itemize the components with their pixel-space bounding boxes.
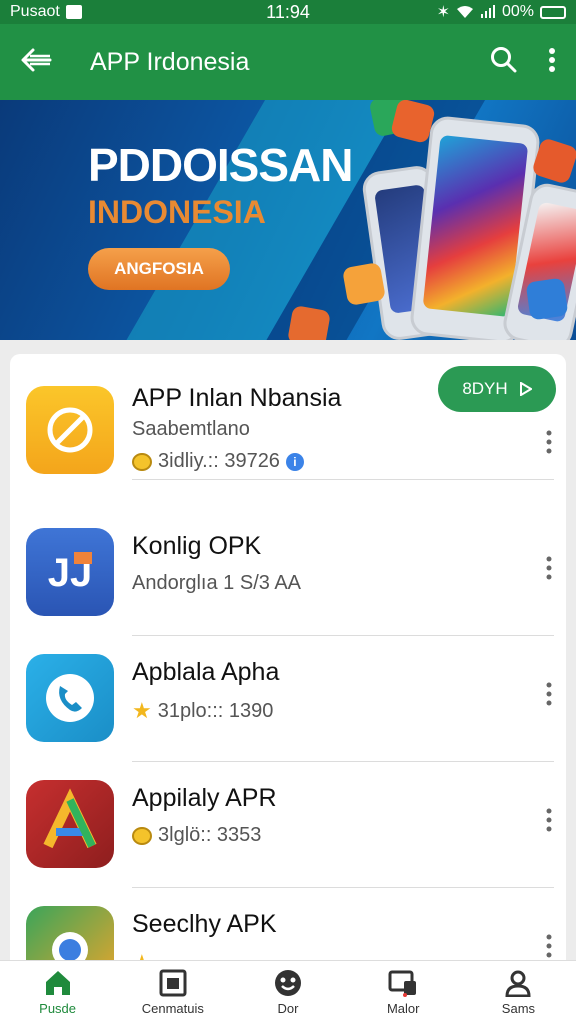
app-icon — [26, 654, 114, 742]
nav-label: Cenmatuis — [141, 1001, 204, 1016]
bluetooth-icon: ✶ — [436, 4, 450, 21]
app-icon — [26, 386, 114, 474]
star-icon: ★ — [132, 698, 152, 723]
status-bar: Pusaot 11:94 ✶ 00% — [0, 0, 576, 24]
row-divider — [132, 479, 554, 480]
gallery-icon — [159, 969, 187, 997]
list-item[interactable]: APP Inlan Nbansia Saabemtlano 3idliy.:: … — [10, 354, 566, 480]
carrier-label: Pusaot — [10, 3, 60, 20]
nav-item-home[interactable]: Pusde — [0, 961, 115, 1024]
nav-label: Malor — [386, 1001, 420, 1016]
play-icon — [519, 382, 532, 396]
promo-banner[interactable]: PDDOISSAN INDONESIA ANGFOSIA — [0, 100, 576, 340]
arrow-left-icon[interactable] — [20, 46, 56, 78]
home-icon — [45, 971, 70, 995]
bottom-navigation: Pusde Cenmatuis Dor Malor Sams — [0, 960, 576, 1024]
nav-item-profile[interactable]: Sams — [461, 961, 576, 1024]
app-meta: 3idliy.:: 39726 i — [132, 450, 304, 473]
install-button[interactable]: 8DYH — [438, 366, 556, 412]
app-bubble-icon — [525, 277, 569, 321]
app-subtitle: Andorglıa 1 S/3 AA — [132, 572, 302, 594]
status-time: 11:94 — [266, 1, 310, 22]
app-name: APP Inlan Nbansia — [132, 384, 342, 412]
banner-subheadline: INDONESIA — [88, 194, 266, 230]
speech-bubble-icon — [132, 826, 152, 845]
image-notification-icon — [65, 5, 82, 19]
nav-item-smiley[interactable]: Dor — [230, 961, 345, 1024]
list-item[interactable]: Appilaly APR 3lglö:: 3353 — [10, 762, 566, 888]
info-icon: i — [285, 452, 304, 471]
app-bar: APP Irdonesia — [0, 24, 576, 100]
more-vertical-icon[interactable] — [546, 682, 552, 710]
app-name: Apblala Apha — [132, 658, 280, 686]
speech-bubble-icon — [132, 452, 152, 471]
more-vertical-icon[interactable] — [546, 934, 552, 962]
battery-percent: 00% — [501, 3, 534, 20]
person-icon — [505, 970, 531, 997]
app-subtitle: Saabemtlano — [132, 418, 250, 440]
app-icon: JJ — [26, 528, 114, 616]
smiley-icon — [275, 970, 301, 996]
more-vertical-icon[interactable] — [546, 808, 552, 836]
app-name: Konlig OPK — [132, 532, 262, 560]
app-bar-title: APP Irdonesia — [90, 47, 250, 76]
nav-item-tablet[interactable]: Malor — [346, 961, 461, 1024]
app-meta: ★ 31plo::: 1390 — [132, 698, 273, 724]
list-item[interactable]: Apblala Apha ★ 31plo::: 1390 — [10, 636, 566, 762]
app-name: Appilaly APR — [132, 784, 277, 812]
nav-label: Sams — [501, 1001, 536, 1016]
app-name: Seeclhy APK — [132, 910, 277, 938]
nav-label: Pusde — [39, 1001, 77, 1016]
nav-item-gallery[interactable]: Cenmatuis — [115, 961, 230, 1024]
more-vertical-icon[interactable] — [546, 430, 552, 458]
more-vertical-icon[interactable] — [548, 47, 556, 78]
signal-icon — [480, 5, 495, 18]
app-meta-text: 31plo::: 1390 — [157, 699, 274, 722]
app-meta-text: 3lglö:: 3353 — [158, 824, 262, 846]
battery-icon — [540, 5, 566, 19]
app-bubble-icon — [341, 261, 387, 307]
banner-headline: PDDOISSAN — [88, 139, 353, 191]
app-bubble-icon — [286, 304, 332, 340]
wifi-icon — [456, 6, 473, 18]
app-meta: 3lglö:: 3353 — [132, 824, 261, 847]
tablet-icon — [388, 970, 417, 997]
app-list-card: APP Inlan Nbansia Saabemtlano 3idliy.:: … — [10, 354, 566, 994]
install-label: 8DYH — [462, 379, 508, 398]
app-icon — [26, 780, 114, 868]
list-item[interactable]: JJ Konlig OPK Andorglıa 1 S/3 AA — [10, 510, 566, 636]
app-meta-text: 3idliy.:: 39726 — [158, 450, 280, 472]
more-vertical-icon[interactable] — [546, 556, 552, 584]
banner-cta-button[interactable]: ANGFOSIA — [88, 248, 230, 290]
search-icon[interactable] — [490, 46, 518, 79]
nav-label: Dor — [277, 1001, 299, 1016]
